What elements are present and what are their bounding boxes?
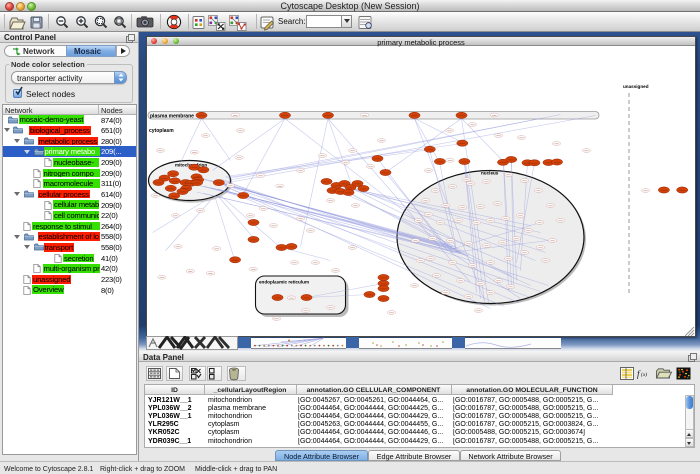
svg-text:plasma membrane: plasma membrane bbox=[150, 113, 194, 119]
svg-text:nucleus: nucleus bbox=[481, 170, 499, 175]
svg-text:(x): (x) bbox=[641, 371, 647, 378]
svg-text:cytoplasm: cytoplasm bbox=[149, 128, 174, 134]
svg-text:unassigned: unassigned bbox=[623, 84, 649, 89]
svg-text:endoplasmic reticulum: endoplasmic reticulum bbox=[259, 279, 309, 284]
